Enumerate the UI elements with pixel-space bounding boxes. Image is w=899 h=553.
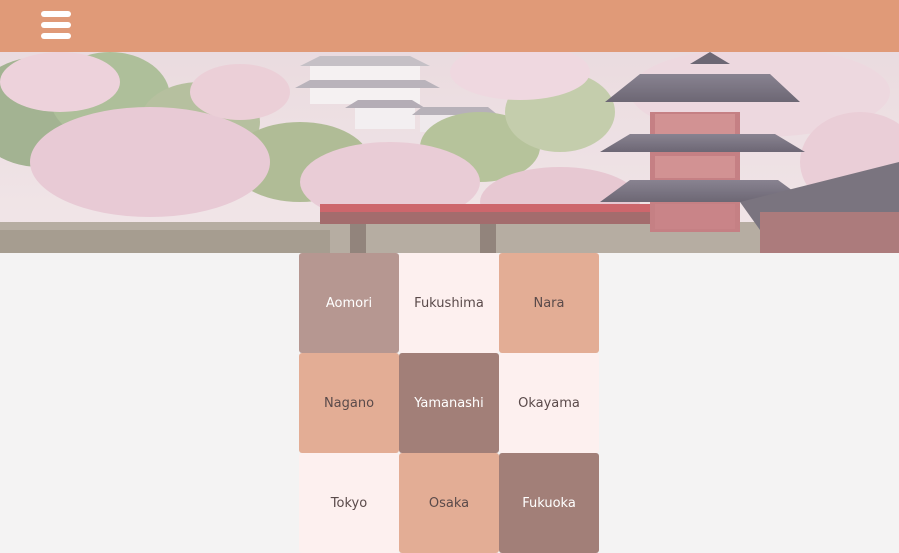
tile-label: Osaka (428, 495, 470, 511)
menu-bar-line (41, 22, 71, 28)
tile-yamanashi[interactable]: Yamanashi (399, 353, 499, 453)
top-bar (0, 0, 899, 52)
tile-label: Tokyo (330, 495, 368, 511)
menu-bar-line (41, 11, 71, 17)
tile-osaka[interactable]: Osaka (399, 453, 499, 553)
tile-tokyo[interactable]: Tokyo (299, 453, 399, 553)
tile-label: Aomori (325, 295, 373, 311)
tile-label: Yamanashi (414, 395, 484, 411)
tile-nagano[interactable]: Nagano (299, 353, 399, 453)
prefecture-grid: Aomori Fukushima Nara Nagano Yamanashi O… (299, 253, 599, 553)
tile-label: Fukuoka (522, 495, 576, 511)
cherry-blossom-scene (0, 52, 899, 253)
tile-label: Nagano (323, 395, 375, 411)
tile-nara[interactable]: Nara (499, 253, 599, 353)
hamburger-menu-icon[interactable] (41, 11, 71, 39)
menu-bar-line (41, 33, 71, 39)
tile-fukushima[interactable]: Fukushima (399, 253, 499, 353)
tile-label: Fukushima (414, 295, 484, 311)
tile-fukuoka[interactable]: Fukuoka (499, 453, 599, 553)
hero-banner-image (0, 52, 899, 253)
tile-okayama[interactable]: Okayama (499, 353, 599, 453)
tile-label: Okayama (518, 395, 580, 411)
tile-label: Nara (533, 295, 565, 311)
tile-aomori[interactable]: Aomori (299, 253, 399, 353)
